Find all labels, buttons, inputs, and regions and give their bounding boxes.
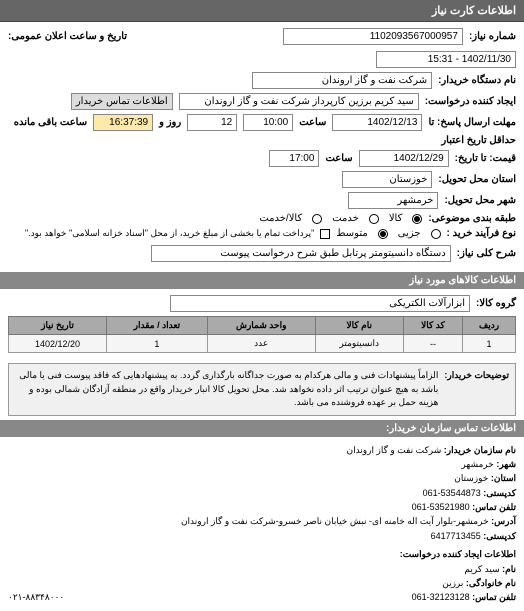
cell-row: 1: [463, 335, 516, 353]
col-code: کد کالا: [403, 317, 462, 335]
deadline-label: مهلت ارسال پاسخ: تا: [428, 117, 516, 128]
contact-section: نام سازمان خریدار: شرکت نفت و گاز اروندا…: [0, 437, 524, 611]
public-datetime-field: 1402/11/30 - 15:31: [376, 51, 516, 68]
goods-table: ردیف کد کالا نام کالا واحد شمارش تعداد /…: [8, 316, 516, 353]
treasury-checkbox[interactable]: [320, 229, 330, 239]
address-value: خرمشهر-بلوار آیت اله خامنه ای- نبش خیابا…: [181, 516, 489, 526]
cell-date: 1402/12/20: [9, 335, 107, 353]
delivery-province-field: خوزستان: [342, 171, 432, 188]
subject-class-label: طبقه بندی موضوعی:: [428, 213, 516, 224]
delivery-province-label: استان محل تحویل:: [438, 174, 516, 185]
request-no-label: شماره نیاز:: [469, 31, 516, 42]
radio-medium[interactable]: [378, 229, 388, 239]
subject-radio-group: کالا خدمت کالا/خدمت: [259, 213, 422, 224]
radio-medium-label: متوسط: [336, 228, 367, 239]
cell-code: --: [403, 335, 462, 353]
postal2-value: 6417713455: [431, 531, 481, 541]
note-text: الزاماً پیشنهادات فنی و مالی هرکدام به ص…: [15, 369, 438, 410]
contact-buyer-button[interactable]: اطلاعات تماس خریدار: [71, 93, 173, 110]
cphone-value: 32123128-061: [412, 592, 470, 602]
buyer-label: نام دستگاه خریدار:: [438, 75, 516, 86]
credit-label: حداقل تاریخ اعتبار: [441, 135, 516, 146]
col-name: نام کالا: [315, 317, 403, 335]
clast-label: نام خانوادگی:: [466, 578, 516, 588]
creator-field: سید کریم برزین کارپرداز شرکت نفت و گاز ا…: [179, 93, 419, 110]
footer-phone: ۰۲۱-۸۸۳۴۸۰۰۰: [8, 590, 64, 604]
header-title: اطلاعات کارت نیاز: [432, 5, 516, 17]
creator-label: ایجاد کننده درخواست:: [425, 96, 516, 107]
col-qty: تعداد / مقدار: [107, 317, 208, 335]
city-label: شهر:: [496, 459, 516, 469]
col-unit: واحد شمارش: [207, 317, 315, 335]
desc-label: شرح کلی نیاز:: [457, 248, 516, 259]
price-until-time-label: ساعت: [325, 153, 352, 164]
days-label: روز و: [159, 117, 181, 128]
days-remain-field: 12: [187, 114, 237, 131]
org-value: شرکت نفت و گاز اروندان: [346, 445, 441, 455]
province-label: استان:: [491, 473, 516, 483]
radio-goods[interactable]: [412, 214, 422, 224]
cell-unit: عدد: [207, 335, 315, 353]
deadline-date-field: 1402/12/13: [332, 114, 422, 131]
cname-label: نام:: [502, 564, 516, 574]
price-until-date-field: 1402/12/29: [359, 150, 449, 167]
form-area: شماره نیاز: 1102093567000957 تاریخ و ساع…: [0, 22, 524, 272]
hours-remain-field: 16:37:39: [93, 114, 153, 131]
table-row: 1 -- دانسیتومتر عدد 1 1402/12/20: [9, 335, 516, 353]
radio-both[interactable]: [312, 214, 322, 224]
city-value: خرمشهر: [461, 459, 494, 469]
goods-area: گروه کالا: ابزارآلات الکتریکی ردیف کد کا…: [0, 289, 524, 359]
goods-header-text: اطلاعات کالاهای مورد نیاز: [409, 275, 516, 286]
price-until-label: قیمت: تا تاریخ:: [455, 153, 516, 164]
delivery-city-field: خرمشهر: [348, 192, 438, 209]
deadline-time-label: ساعت: [299, 117, 326, 128]
group-field: ابزارآلات الکتریکی: [170, 295, 470, 312]
org-label: نام سازمان خریدار:: [444, 445, 516, 455]
public-datetime-label: تاریخ و ساعت اعلان عمومی:: [8, 31, 127, 42]
section-header-need-info: اطلاعات کارت نیاز: [0, 0, 524, 22]
col-row: ردیف: [463, 317, 516, 335]
radio-small[interactable]: [431, 229, 441, 239]
purchase-type-label: نوع فرآیند خرید :: [447, 228, 516, 239]
clast-value: برزین: [442, 578, 463, 588]
price-until-time-field: 17:00: [269, 150, 319, 167]
radio-service-label: خدمت: [332, 213, 359, 224]
request-no-field: 1102093567000957: [283, 28, 463, 45]
postal-label: کدپستی:: [483, 488, 516, 498]
note-label: توضیحات خریدار:: [444, 369, 509, 410]
phone-value: 53521980-061: [412, 502, 470, 512]
cname-value: سید کریم: [464, 564, 499, 574]
postal-value: 53544873-061: [423, 488, 481, 498]
buyer-field: شرکت نفت و گاز اروندان: [252, 72, 432, 89]
cphone-label: تلفن تماس:: [472, 592, 516, 602]
province-value: خوزستان: [454, 473, 488, 483]
hours-label: ساعت باقی مانده: [14, 117, 87, 128]
phone-label: تلفن تماس:: [472, 502, 516, 512]
postal2-label: کدپستی:: [483, 531, 516, 541]
deadline-time-field: 10:00: [243, 114, 293, 131]
purchase-radio-group: جزیی متوسط: [336, 228, 440, 239]
desc-field: دستگاه دانسیتومتر پرتابل طبق شرح درخواست…: [151, 245, 451, 262]
radio-service[interactable]: [369, 214, 379, 224]
address-label: آدرس:: [491, 516, 516, 526]
cell-name: دانسیتومتر: [315, 335, 403, 353]
buyer-note-box: توضیحات خریدار: الزاماً پیشنهادات فنی و …: [8, 363, 516, 416]
contact-header-text: اطلاعات تماس سازمان خریدار:: [386, 423, 516, 434]
radio-both-label: کالا/خدمت: [259, 213, 302, 224]
radio-small-label: جزیی: [398, 228, 421, 239]
group-label: گروه کالا:: [476, 298, 516, 309]
creator-contact-header: اطلاعات ایجاد کننده درخواست:: [8, 547, 516, 561]
delivery-city-label: شهر محل تحویل:: [444, 195, 516, 206]
payment-note: "پرداخت تمام یا بخشی از مبلغ خرید، از مح…: [25, 228, 314, 239]
radio-goods-label: کالا: [389, 213, 403, 224]
col-date: تاریخ نیاز: [9, 317, 107, 335]
cell-qty: 1: [107, 335, 208, 353]
goods-header: اطلاعات کالاهای مورد نیاز: [0, 272, 524, 289]
contact-header: اطلاعات تماس سازمان خریدار:: [0, 420, 524, 437]
